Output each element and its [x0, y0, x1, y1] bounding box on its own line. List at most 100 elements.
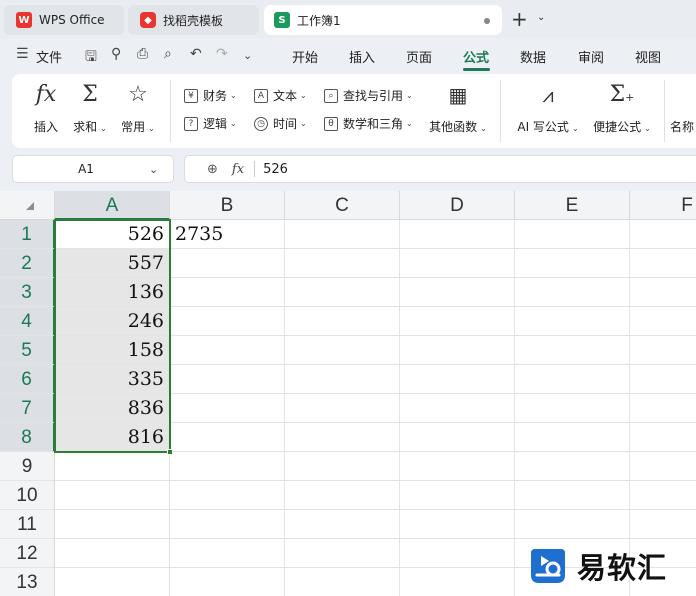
cell-b11[interactable]	[170, 510, 285, 539]
cell-e8[interactable]	[515, 423, 630, 452]
column-header-a[interactable]: A	[55, 191, 170, 220]
cell-a7[interactable]: 836	[55, 394, 170, 423]
cell-f2[interactable]	[630, 249, 696, 278]
quick-formula-button[interactable]: Σ+ 便捷公式 ⌄	[590, 82, 654, 135]
cell-b10[interactable]	[170, 481, 285, 510]
menu-view[interactable]: 视图	[635, 47, 661, 66]
menu-review[interactable]: 审阅	[578, 47, 604, 66]
cell-d2[interactable]	[400, 249, 515, 278]
row-header-3[interactable]: 3	[0, 278, 55, 307]
cell-a5[interactable]: 158	[55, 336, 170, 365]
cell-d5[interactable]	[400, 336, 515, 365]
undo-icon[interactable]: ↶	[190, 46, 202, 62]
cell-b3[interactable]	[170, 278, 285, 307]
more-dropdown-icon[interactable]: ⌄	[243, 49, 252, 62]
cell-e4[interactable]	[515, 307, 630, 336]
menu-insert[interactable]: 插入	[349, 47, 375, 66]
share-icon[interactable]: ⚲	[111, 46, 121, 62]
row-header-12[interactable]: 12	[0, 539, 55, 568]
cell-c13[interactable]	[285, 568, 400, 596]
column-header-f[interactable]: F	[630, 191, 696, 220]
cell-c6[interactable]	[285, 365, 400, 394]
menu-page[interactable]: 页面	[406, 47, 432, 66]
formula-bar[interactable]: ⊕ fx 526	[184, 155, 696, 183]
save-icon[interactable]: 🖫	[85, 46, 97, 70]
cell-e11[interactable]	[515, 510, 630, 539]
cell-a12[interactable]	[55, 539, 170, 568]
menu-data[interactable]: 数据	[520, 47, 546, 66]
insert-function-button[interactable]: fx 插入	[24, 82, 68, 135]
fx-icon[interactable]: fx	[232, 162, 244, 177]
menu-home[interactable]: 开始	[292, 47, 318, 66]
cell-b1[interactable]: 2735	[170, 220, 285, 249]
lookup-button[interactable]: ⌕ 查找与引用 ⌄	[324, 87, 413, 104]
row-header-13[interactable]: 13	[0, 568, 55, 596]
cell-b4[interactable]	[170, 307, 285, 336]
cell-a13[interactable]	[55, 568, 170, 596]
logic-button[interactable]: ? 逻辑 ⌄	[184, 115, 237, 132]
menu-file[interactable]: 文件	[36, 47, 62, 66]
formula-input[interactable]: 526	[263, 162, 288, 177]
cell-d8[interactable]	[400, 423, 515, 452]
cell-c7[interactable]	[285, 394, 400, 423]
cell-a1[interactable]: 526	[55, 220, 170, 249]
column-header-c[interactable]: C	[285, 191, 400, 220]
text-button[interactable]: A 文本 ⌄	[254, 87, 307, 104]
row-header-4[interactable]: 4	[0, 307, 55, 336]
cell-d4[interactable]	[400, 307, 515, 336]
cell-b9[interactable]	[170, 452, 285, 481]
other-functions-button[interactable]: ▦ 其他函数 ⌄	[428, 82, 488, 135]
math-button[interactable]: θ 数学和三角 ⌄	[324, 115, 413, 132]
redo-icon[interactable]: ↷	[216, 46, 228, 62]
name-box[interactable]: A1 ⌄	[12, 155, 174, 183]
cell-f9[interactable]	[630, 452, 696, 481]
menu-formula[interactable]: 公式	[463, 47, 489, 66]
cell-c11[interactable]	[285, 510, 400, 539]
cell-d9[interactable]	[400, 452, 515, 481]
cell-c12[interactable]	[285, 539, 400, 568]
row-header-8[interactable]: 8	[0, 423, 55, 452]
tab-wps-office[interactable]: W WPS Office	[4, 5, 124, 35]
cell-e10[interactable]	[515, 481, 630, 510]
cell-e9[interactable]	[515, 452, 630, 481]
fill-handle[interactable]	[167, 449, 173, 455]
tab-workbook[interactable]: S 工作簿1	[264, 5, 502, 35]
autosum-button[interactable]: Σ 求和 ⌄	[68, 82, 112, 135]
cell-f6[interactable]	[630, 365, 696, 394]
cell-c5[interactable]	[285, 336, 400, 365]
cell-e5[interactable]	[515, 336, 630, 365]
cell-d7[interactable]	[400, 394, 515, 423]
row-header-1[interactable]: 1	[0, 220, 55, 249]
cell-d11[interactable]	[400, 510, 515, 539]
cell-b12[interactable]	[170, 539, 285, 568]
zoom-search-icon[interactable]: ⊕	[207, 162, 218, 177]
cell-b5[interactable]	[170, 336, 285, 365]
cell-a4[interactable]: 246	[55, 307, 170, 336]
cell-c10[interactable]	[285, 481, 400, 510]
time-button[interactable]: ◷ 时间 ⌄	[254, 115, 307, 132]
unsaved-dot-icon[interactable]	[484, 18, 490, 24]
cell-b7[interactable]	[170, 394, 285, 423]
select-all-corner[interactable]	[0, 191, 55, 220]
column-header-b[interactable]: B	[170, 191, 285, 220]
cell-e2[interactable]	[515, 249, 630, 278]
cell-f4[interactable]	[630, 307, 696, 336]
common-functions-button[interactable]: ☆ 常用 ⌄	[116, 82, 160, 135]
cell-a6[interactable]: 335	[55, 365, 170, 394]
cell-b13[interactable]	[170, 568, 285, 596]
row-header-2[interactable]: 2	[0, 249, 55, 278]
cell-c3[interactable]	[285, 278, 400, 307]
cell-b8[interactable]	[170, 423, 285, 452]
column-header-e[interactable]: E	[515, 191, 630, 220]
cell-f3[interactable]	[630, 278, 696, 307]
cell-e6[interactable]	[515, 365, 630, 394]
tab-daoke-template[interactable]: ◆ 找稻壳模板	[128, 5, 259, 35]
name-manager-button[interactable]: 名称	[670, 82, 696, 135]
cell-f8[interactable]	[630, 423, 696, 452]
cell-f5[interactable]	[630, 336, 696, 365]
chevron-down-icon[interactable]: ⌄	[149, 163, 173, 176]
column-header-d[interactable]: D	[400, 191, 515, 220]
ai-formula-button[interactable]: ⩘ AI 写公式 ⌄	[516, 82, 580, 135]
cell-a10[interactable]	[55, 481, 170, 510]
cell-a3[interactable]: 136	[55, 278, 170, 307]
